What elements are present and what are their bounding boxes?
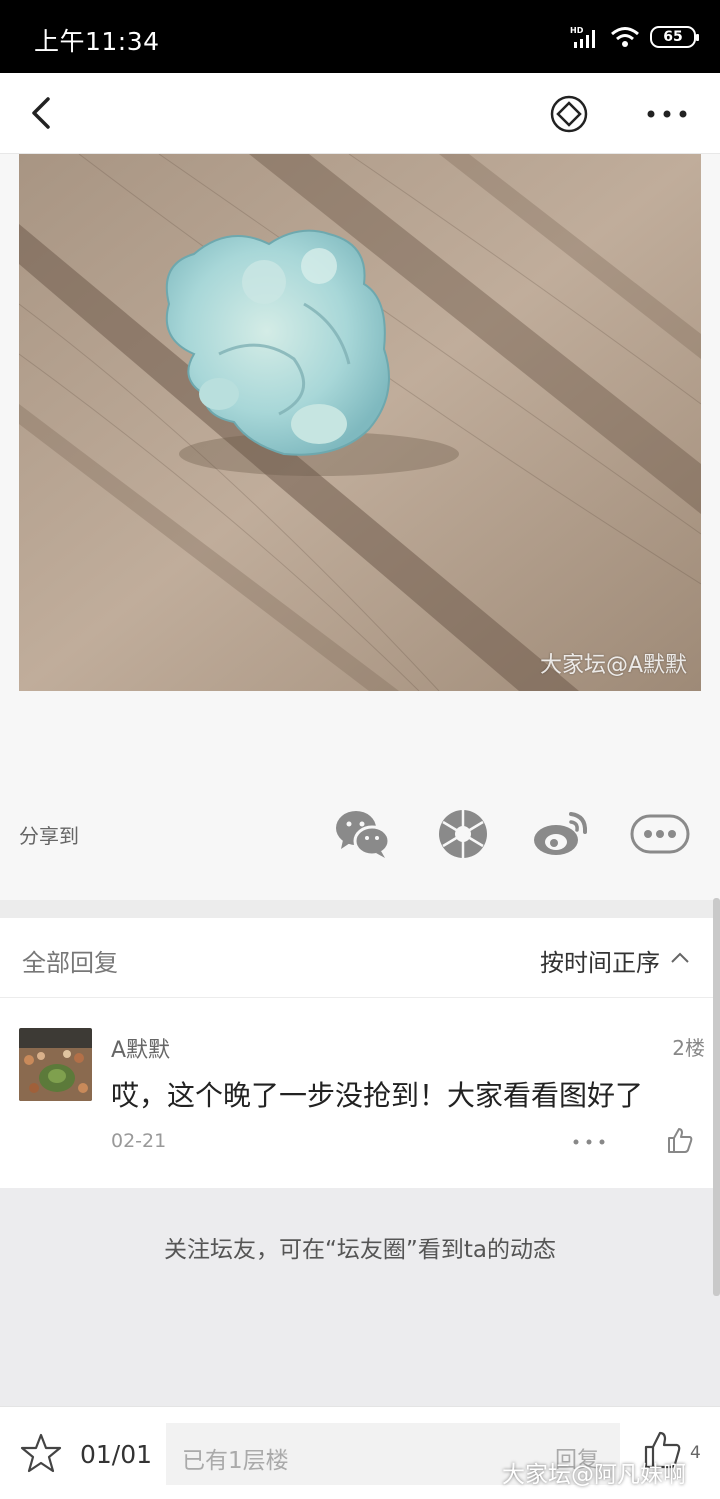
more-share-icon[interactable]: [630, 806, 690, 862]
like-count: 4: [690, 1443, 701, 1463]
wifi-icon: [611, 27, 639, 47]
comment-username[interactable]: A默默: [111, 1032, 170, 1064]
follow-hint-text: 关注坛友，可在“坛友圈”看到ta的动态: [164, 1237, 556, 1263]
sort-order-button[interactable]: 按时间正序: [540, 943, 660, 978]
battery-level: 65: [663, 29, 683, 45]
section-divider: [0, 900, 720, 918]
jade-photo-illustration: [19, 154, 701, 691]
comment-text: 哎，这个晚了一步没抢到！大家看看图好了: [111, 1079, 644, 1112]
comment-floor: 2楼: [672, 1036, 705, 1060]
image-watermark: 大家坛@A默默: [539, 653, 687, 678]
chevron-up-icon[interactable]: [670, 948, 690, 968]
comment-like-icon[interactable]: [666, 1126, 694, 1154]
status-time: 上午11:34: [34, 27, 160, 56]
follow-hint-area: 关注坛友，可在“坛友圈”看到ta的动态: [0, 1188, 720, 1406]
hd-signal-icon: HD: [570, 26, 595, 48]
page-watermark: 大家坛@阿凡妹啊: [502, 1462, 686, 1488]
weibo-icon[interactable]: [531, 806, 591, 862]
comment-item: A默默 2楼 哎，这个晚了一步没抢到！大家看看图好了 02-21: [0, 998, 720, 1188]
star-icon[interactable]: [20, 1432, 62, 1474]
page-counter[interactable]: 01/01: [80, 1440, 152, 1469]
reply-section: 全部回复 按时间正序 A默默 2楼 哎，这个晚了一步没抢到！大家看看图好了 02…: [0, 918, 720, 1188]
battery-icon: 65: [650, 26, 699, 48]
more-icon[interactable]: [643, 99, 691, 129]
wechat-icon[interactable]: [333, 806, 393, 862]
share-label: 分享到: [19, 824, 79, 848]
moments-icon[interactable]: [433, 806, 493, 862]
svg-text:HD: HD: [570, 26, 584, 35]
post-image[interactable]: 大家坛@A默默: [19, 154, 701, 691]
comment-date: 02-21: [111, 1130, 167, 1152]
comment-more-icon[interactable]: [571, 1132, 607, 1152]
back-icon[interactable]: [22, 93, 62, 133]
avatar[interactable]: [19, 1028, 92, 1101]
scrollbar[interactable]: [713, 898, 720, 1296]
status-bar: 上午11:34 HD 65: [0, 0, 720, 73]
all-replies-label: 全部回复: [22, 949, 118, 977]
diamond-icon[interactable]: [549, 94, 589, 134]
reply-header: 全部回复 按时间正序: [0, 918, 720, 998]
status-icons: HD 65: [570, 22, 699, 52]
top-nav-bar: [0, 73, 720, 154]
